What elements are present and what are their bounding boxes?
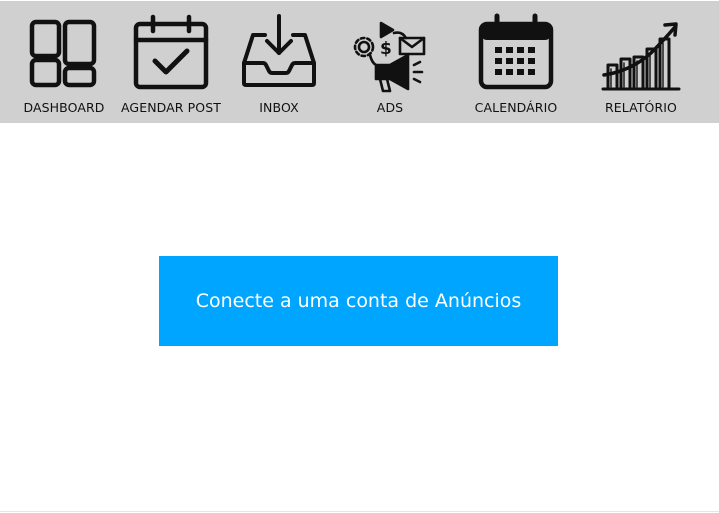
- nav-item-inbox[interactable]: INBOX: [239, 1, 319, 124]
- inbox-download-icon: [239, 13, 319, 93]
- nav-label-calendario: CALENDÁRIO: [474, 100, 558, 115]
- bar-chart-growth-icon: [601, 13, 681, 93]
- svg-text:$: $: [380, 39, 392, 59]
- calendar-grid-icon: [476, 13, 556, 93]
- nav-label-dashboard: DASHBOARD: [23, 100, 105, 115]
- connect-ads-account-button[interactable]: Conecte a uma conta de Anúncios: [159, 256, 558, 346]
- dashboard-grid-icon: [24, 13, 104, 93]
- nav-label-agendar-post: AGENDAR POST: [120, 100, 222, 115]
- nav-label-ads: ADS: [376, 100, 404, 115]
- bottom-divider: [0, 511, 719, 512]
- nav-item-agendar-post[interactable]: AGENDAR POST: [121, 1, 221, 124]
- nav-item-ads[interactable]: $ ADS: [350, 1, 430, 124]
- calendar-check-icon: [131, 13, 211, 93]
- nav-item-calendario[interactable]: CALENDÁRIO: [474, 1, 558, 124]
- nav-item-relatorio[interactable]: RELATÓRIO: [601, 1, 681, 124]
- nav-label-inbox: INBOX: [259, 100, 299, 115]
- megaphone-ads-icon: $: [350, 13, 430, 93]
- page: DASHBOARD AGENDAR POST INBOX $ ADS CALEN…: [0, 0, 719, 513]
- nav-item-dashboard[interactable]: DASHBOARD: [23, 1, 105, 124]
- nav-label-relatorio: RELATÓRIO: [605, 100, 677, 115]
- top-navbar: DASHBOARD AGENDAR POST INBOX $ ADS CALEN…: [0, 0, 719, 123]
